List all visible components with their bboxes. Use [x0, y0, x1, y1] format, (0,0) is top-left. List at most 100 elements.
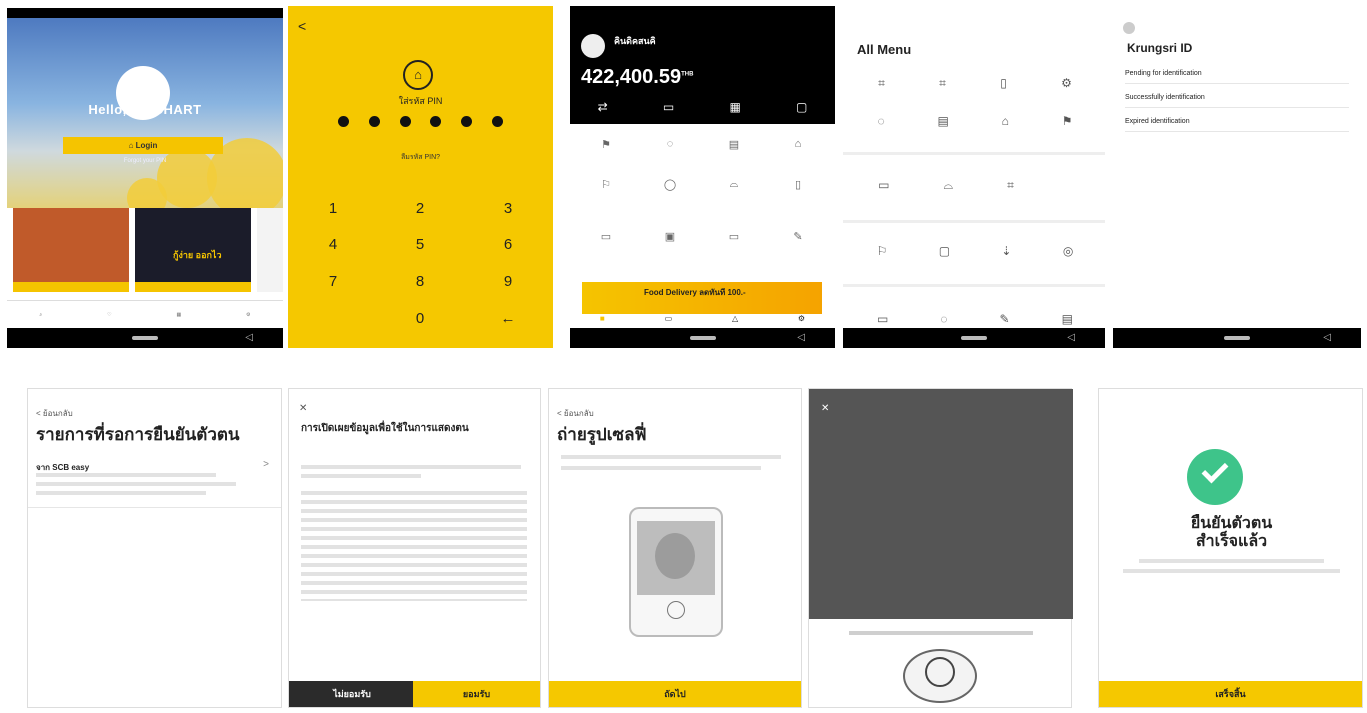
selfie-instruction-screen: < ย้อนกลับ ถ่ายรูปเซลฟี่ ถัดไป: [548, 388, 802, 708]
menu-icon[interactable]: ⌗: [939, 76, 946, 91]
menu-item-expired[interactable]: Expired identification: [1125, 118, 1349, 132]
transfer-icon[interactable]: ⇄: [598, 100, 608, 114]
forgot-pin-link[interactable]: Forgot your PIN: [7, 158, 283, 164]
service-icon[interactable]: ▭: [574, 230, 638, 270]
keypad-key[interactable]: 5: [400, 236, 440, 253]
menu-icon[interactable]: ◌: [940, 312, 947, 326]
service-icon[interactable]: ▣: [638, 230, 702, 270]
back-icon[interactable]: [1123, 22, 1135, 34]
menu-row: ▭ ◌ ✎ ▤: [851, 312, 1099, 326]
service-icon[interactable]: ⌓: [702, 178, 766, 218]
promo-card-caption: [135, 282, 251, 292]
menu-icon[interactable]: ⌂: [1002, 114, 1009, 128]
menu-icon[interactable]: ▭: [878, 178, 889, 193]
menu-icon[interactable]: ✎: [1000, 312, 1010, 326]
phone-illustration: [629, 507, 723, 637]
done-button[interactable]: เสร็จสิ้น: [1099, 681, 1362, 707]
service-icon[interactable]: ▤: [702, 138, 766, 178]
menu-row: ◌ ▤ ⌂ ⚑: [851, 114, 1099, 128]
promo-card-caption: [13, 282, 129, 292]
chevron-right-icon[interactable]: >: [263, 459, 269, 470]
qr-icon[interactable]: ▦: [729, 100, 740, 114]
menu-icon[interactable]: ▭: [877, 312, 888, 326]
promo-card[interactable]: [257, 208, 283, 292]
keypad-key[interactable]: 1: [313, 200, 353, 217]
back-link[interactable]: < ย้อนกลับ: [557, 407, 594, 420]
user-avatar[interactable]: [581, 34, 605, 58]
menu-icon[interactable]: ▤: [937, 114, 948, 128]
promo-banner-text: Food Delivery ลดทันที 100.-: [644, 288, 746, 297]
menu-icon[interactable]: ⚙: [1061, 76, 1072, 91]
login-button[interactable]: ⌂ Login: [63, 137, 223, 154]
tab-icon[interactable]: ⚙: [246, 312, 250, 318]
service-icon[interactable]: ▭: [702, 230, 766, 270]
quick-actions: ⇄ ▭ ▦ ▢: [570, 100, 835, 114]
pin-dots: [338, 116, 503, 127]
krungsri-id-screen: Krungsri ID Pending for identification S…: [1113, 6, 1361, 348]
lock-icon: ⌂: [403, 60, 433, 90]
promo-card[interactable]: [13, 208, 129, 292]
service-icon[interactable]: ✎: [766, 230, 830, 270]
back-icon[interactable]: <: [298, 18, 306, 34]
pin-title: ใส่รหัส PIN: [398, 96, 443, 106]
keypad-backspace[interactable]: ←: [488, 310, 528, 327]
keypad-key[interactable]: 0: [400, 310, 440, 327]
menu-icon[interactable]: ⚑: [1062, 114, 1073, 128]
back-link[interactable]: < ย้อนกลับ: [36, 407, 73, 420]
system-nav-bar: ◁: [843, 328, 1105, 348]
service-grid: ▭ ▣ ▭ ✎: [574, 230, 832, 270]
keypad-key[interactable]: 9: [488, 273, 528, 290]
page-title: All Menu: [857, 42, 912, 57]
tab-icon[interactable]: ♡: [107, 312, 111, 318]
account-header: คินดิคสนคิ 422,400.59THB ⇄ ▭ ▦ ▢: [570, 6, 835, 124]
service-icon[interactable]: ⌂: [766, 138, 830, 178]
promo-banner[interactable]: Food Delivery ลดทันที 100.-: [582, 282, 822, 314]
keypad-key[interactable]: 8: [400, 273, 440, 290]
page-title: การเปิดเผยข้อมูลเพื่อใช้ในการแสดงตน: [301, 423, 469, 434]
keypad-key[interactable]: 3: [488, 200, 528, 217]
promo-card-text: กู้ง่าย ออกไว: [173, 250, 222, 260]
menu-icon[interactable]: ▯: [1000, 76, 1007, 91]
menu-icon[interactable]: ⌗: [1007, 178, 1014, 193]
menu-item-pending[interactable]: Pending for identification: [1125, 70, 1349, 84]
menu-icon[interactable]: ⇣: [1001, 244, 1011, 258]
menu-icon[interactable]: ▢: [939, 244, 950, 258]
close-icon[interactable]: ✕: [821, 403, 829, 414]
keypad-key[interactable]: 6: [488, 236, 528, 253]
accept-button[interactable]: ยอมรับ: [413, 681, 540, 707]
success-title-line2: สำเร็จแล้ว: [1195, 533, 1268, 550]
forgot-pin-link[interactable]: ลืมรหัส PIN?: [288, 152, 553, 163]
home-icon: ⌂: [128, 141, 136, 150]
promo-card[interactable]: กู้ง่าย ออกไว: [135, 208, 251, 292]
keypad-key[interactable]: 2: [400, 200, 440, 217]
close-icon[interactable]: ✕: [299, 403, 307, 414]
menu-icon[interactable]: ⚐: [877, 244, 888, 258]
decline-button[interactable]: ไม่ยอมรับ: [289, 681, 415, 707]
promo-cards: กู้ง่าย ออกไว: [7, 208, 283, 300]
greeting: Hello, APICHART: [88, 102, 202, 117]
selfie-camera-screen: ✕: [808, 388, 1073, 708]
menu-icon[interactable]: ◌: [877, 114, 884, 128]
menu-item-success[interactable]: Successfully identification: [1125, 94, 1349, 108]
tab-icon[interactable]: ▦: [176, 312, 181, 318]
menu-icon[interactable]: ▤: [1062, 312, 1073, 326]
service-icon[interactable]: ⚑: [574, 138, 638, 178]
keypad-key[interactable]: 7: [313, 273, 353, 290]
menu-icon[interactable]: ◎: [1063, 244, 1073, 258]
service-icon[interactable]: ◯: [638, 178, 702, 218]
bill-icon[interactable]: ▭: [663, 100, 674, 114]
pin-screen: < ⌂ ใส่รหัส PIN ลืมรหัส PIN? 1 2 3 4 5 6…: [288, 6, 553, 348]
menu-icon[interactable]: ⌓: [944, 178, 954, 193]
verification-success-screen: ยืนยันตัวตน สำเร็จแล้ว เสร็จสิ้น: [1098, 388, 1363, 708]
menu-icon[interactable]: ⌗: [878, 76, 885, 91]
next-button[interactable]: ถัดไป: [549, 681, 801, 707]
page-title: รายการที่รอการยืนยันตัวตน: [36, 425, 240, 444]
topup-icon[interactable]: ▢: [796, 100, 807, 114]
face-guide-icon: [903, 649, 977, 703]
service-icon[interactable]: ◌: [638, 138, 702, 178]
service-icon[interactable]: ⚐: [574, 178, 638, 218]
tab-icon[interactable]: ⌕: [39, 312, 42, 318]
service-icon[interactable]: ▯: [766, 178, 830, 218]
keypad-key[interactable]: 4: [313, 236, 353, 253]
home-screen: คินดิคสนคิ 422,400.59THB ⇄ ▭ ▦ ▢ ⚑ ◌ ▤ ⌂…: [570, 6, 835, 348]
